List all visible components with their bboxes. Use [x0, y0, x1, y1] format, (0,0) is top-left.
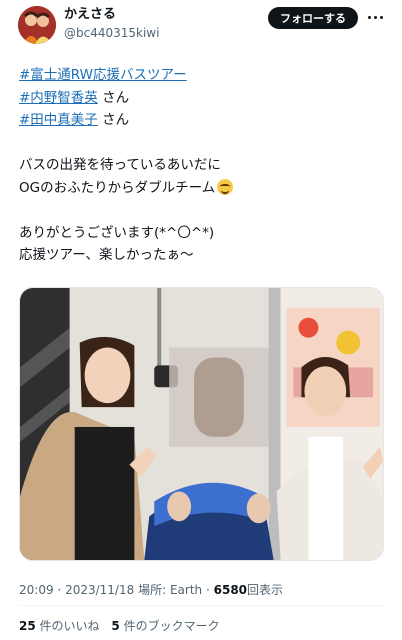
tweet-line: バスの出発を待っているあいだに: [19, 157, 221, 173]
display-name[interactable]: かえさる: [64, 7, 116, 23]
honorific-text: さん: [102, 89, 130, 106]
divider: [19, 605, 384, 606]
photo-image: [20, 288, 383, 560]
tweet-meta: 20:09 · 2023/11/18 場所: Earth · 6580回表示: [19, 581, 283, 598]
honorific-text: さん: [102, 112, 130, 128]
avatar-image: [18, 6, 56, 44]
likes-count: 25: [19, 619, 36, 633]
separator-dot: ·: [205, 583, 210, 597]
tweet-line: 応援ツアー、楽しかったぁ〜: [19, 247, 194, 263]
bookmarks-label: 件のブックマーク: [123, 619, 220, 633]
tweet-text: #富士通RW応援バスツアー #内野智香英 さん #田中真美子 さん バスの出発を…: [19, 64, 384, 267]
location-link[interactable]: Earth: [170, 583, 202, 597]
more-icon[interactable]: [364, 6, 386, 28]
tweet-stats: 25 件のいいね 5 件のブックマーク: [19, 617, 228, 634]
hashtag-link[interactable]: #田中真美子: [19, 112, 98, 128]
hashtag-link[interactable]: #富士通RW応援バスツアー: [19, 67, 187, 83]
separator-dot: ·: [57, 583, 62, 597]
bookmarks-count: 5: [111, 619, 120, 633]
grinning-sweat-emoji-icon: [217, 178, 234, 195]
tweet-time[interactable]: 20:09: [19, 583, 54, 597]
bookmarks-stat[interactable]: 5 件のブックマーク: [111, 619, 219, 633]
tweet-line: ありがとうございます(*^〇^*): [19, 224, 215, 241]
location-label: 場所:: [138, 583, 167, 597]
likes-stat[interactable]: 25 件のいいね: [19, 619, 100, 633]
likes-label: 件のいいね: [39, 619, 100, 633]
hashtag-link[interactable]: #内野智香英: [19, 90, 98, 106]
user-handle[interactable]: @bc440315kiwi: [64, 25, 159, 41]
tweet-line: OGのおふたりからダブルチーム: [19, 179, 216, 196]
tweet-date[interactable]: 2023/11/18: [65, 583, 134, 597]
tweet-header: かえさる @bc440315kiwi フォローする: [0, 0, 402, 48]
avatar[interactable]: [18, 6, 56, 44]
follow-button[interactable]: フォローする: [268, 7, 358, 29]
view-count: 6580: [213, 583, 248, 597]
view-label: 回表示: [247, 583, 284, 597]
tweet-photo[interactable]: [19, 287, 384, 561]
